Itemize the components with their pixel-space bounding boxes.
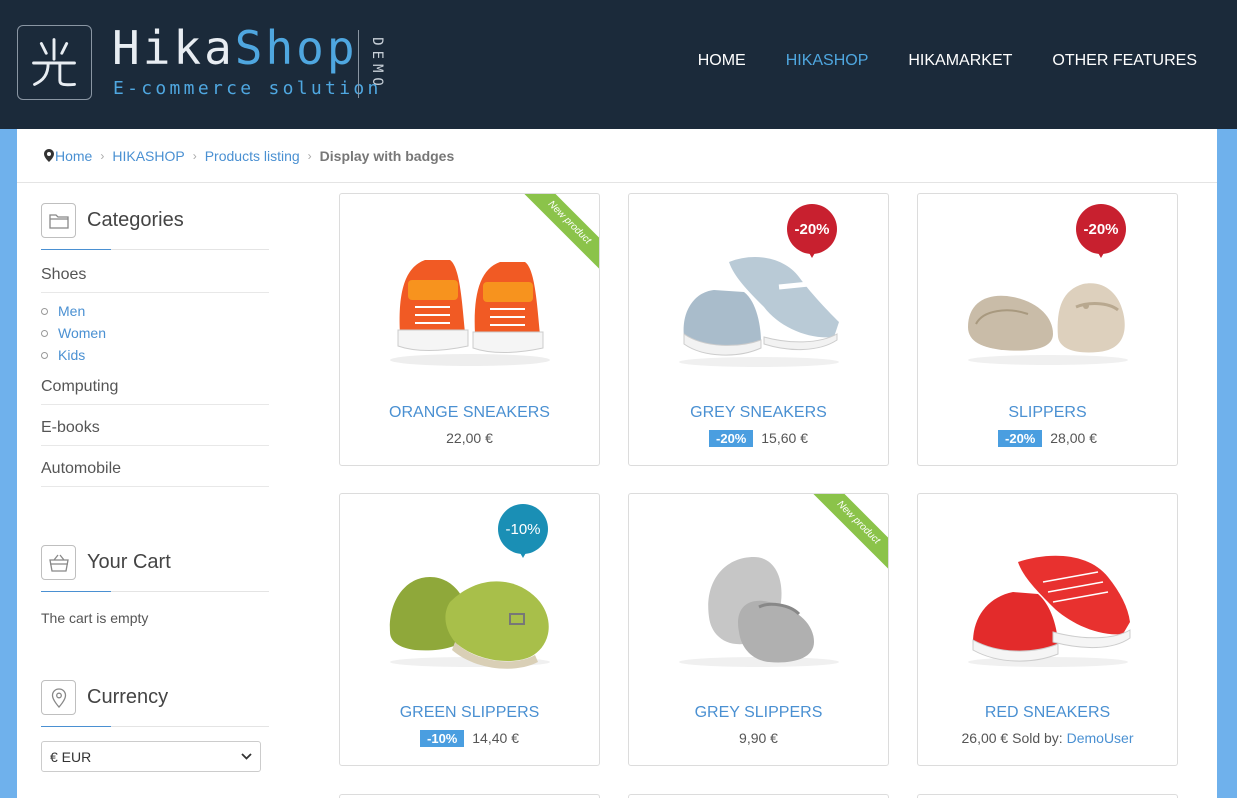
logo-word-shop: Shop xyxy=(234,21,358,75)
subcategory-women[interactable]: Women xyxy=(58,325,106,341)
logo-wordmark[interactable]: HikaShop xyxy=(112,20,358,76)
logo-subtitle: E-commerce solution xyxy=(113,78,382,99)
subcategory-item: Men xyxy=(41,300,106,322)
product-card[interactable]: RED SNEAKERS 26,00 € Sold by: DemoUser xyxy=(917,493,1178,766)
product-card[interactable]: -20% SLIPPERS -20% 28,00 € xyxy=(917,193,1178,466)
breadcrumb-hikashop[interactable]: HIKASHOP xyxy=(112,148,184,164)
product-name[interactable]: GREY SNEAKERS xyxy=(629,404,888,422)
product-price: 9,90 € xyxy=(739,730,778,746)
nav-home[interactable]: HOME xyxy=(698,52,746,70)
chevron-down-icon xyxy=(241,753,252,760)
discount-label: -20% xyxy=(709,430,754,447)
location-pin-icon xyxy=(41,680,76,715)
category-ebooks[interactable]: E-books xyxy=(41,419,269,446)
logo-icon[interactable] xyxy=(17,25,92,100)
product-card-partial[interactable] xyxy=(339,794,600,798)
shoes-subcategories: Men Women Kids xyxy=(41,300,106,366)
product-card[interactable]: New product GREY SLIPPERS 9,90 € xyxy=(628,493,889,766)
currency-selected-value: € EUR xyxy=(50,748,92,765)
logo-divider xyxy=(358,30,359,98)
chevron-right-icon: › xyxy=(100,148,105,163)
product-price: 28,00 € xyxy=(1050,430,1097,446)
product-image[interactable] xyxy=(659,504,859,689)
product-price-row: 26,00 € Sold by: DemoUser xyxy=(918,730,1177,746)
nav-hikashop[interactable]: HIKASHOP xyxy=(786,52,869,70)
subcategory-kids[interactable]: Kids xyxy=(58,347,85,363)
cart-header: Your Cart xyxy=(41,545,171,580)
chevron-right-icon: › xyxy=(192,148,197,163)
breadcrumb: Home › HIKASHOP › Products listing › Dis… xyxy=(17,129,1217,183)
product-name[interactable]: RED SNEAKERS xyxy=(918,704,1177,722)
product-price-row: -20% 15,60 € xyxy=(629,430,888,447)
product-price: 15,60 € xyxy=(761,430,808,446)
category-computing[interactable]: Computing xyxy=(41,378,269,405)
currency-rule xyxy=(41,726,269,727)
product-card[interactable]: -20% GREY SNEAKERS -20% 15,60 € xyxy=(628,193,889,466)
basket-icon xyxy=(41,545,76,580)
categories-title: Categories xyxy=(87,209,184,231)
product-card-partial[interactable] xyxy=(628,794,889,798)
product-name[interactable]: GREEN SLIPPERS xyxy=(340,704,599,722)
sold-by-label: Sold by: xyxy=(1012,730,1063,746)
main-nav: HOME HIKASHOP HIKAMARKET OTHER FEATURES xyxy=(698,52,1197,70)
product-price-row: 9,90 € xyxy=(629,730,888,746)
subcategory-item: Kids xyxy=(41,344,106,366)
product-price: 26,00 € xyxy=(961,730,1009,746)
nav-other-features[interactable]: OTHER FEATURES xyxy=(1052,52,1197,70)
product-image[interactable] xyxy=(370,204,570,389)
product-price-row: -10% 14,40 € xyxy=(340,730,599,747)
product-price: 14,40 € xyxy=(472,730,519,746)
cart-empty-text: The cart is empty xyxy=(41,610,149,626)
seller-link[interactable]: DemoUser xyxy=(1067,730,1134,746)
currency-select[interactable]: € EUR xyxy=(41,741,261,772)
product-name[interactable]: GREY SLIPPERS xyxy=(629,704,888,722)
categories-rule xyxy=(41,249,269,250)
product-card[interactable]: New product ORANGE SNEAKERS 22,00 € xyxy=(339,193,600,466)
subcategory-item: Women xyxy=(41,322,106,344)
product-card-partial[interactable] xyxy=(917,794,1178,798)
product-card[interactable]: -10% GREEN SLIPPERS -10% 14,40 € xyxy=(339,493,600,766)
currency-header: Currency xyxy=(41,680,168,715)
discount-label: -20% xyxy=(998,430,1043,447)
logo-demo-label: DEMO xyxy=(369,37,385,91)
breadcrumb-current: Display with badges xyxy=(319,147,455,164)
currency-title: Currency xyxy=(87,686,169,708)
product-name[interactable]: SLIPPERS xyxy=(918,404,1177,422)
product-image[interactable] xyxy=(948,504,1148,689)
breadcrumb-products-listing[interactable]: Products listing xyxy=(205,148,300,164)
chevron-right-icon: › xyxy=(307,148,312,163)
site-header: HikaShop E-commerce solution DEMO HOME H… xyxy=(0,0,1237,129)
product-price: 22,00 € xyxy=(446,430,493,446)
subcategory-men[interactable]: Men xyxy=(58,303,85,319)
map-pin-icon xyxy=(44,149,54,162)
discount-label: -10% xyxy=(420,730,465,747)
categories-header: Categories xyxy=(41,203,184,238)
product-price-row: -20% 28,00 € xyxy=(918,430,1177,447)
cart-title: Your Cart xyxy=(87,551,171,573)
cart-rule xyxy=(41,591,269,592)
product-price-row: 22,00 € xyxy=(340,430,599,446)
discount-pin-badge: -20% xyxy=(787,204,837,264)
category-shoes[interactable]: Shoes xyxy=(41,266,269,293)
logo-word-hika: Hika xyxy=(112,21,235,75)
nav-hikamarket[interactable]: HIKAMARKET xyxy=(908,52,1012,70)
discount-pin-badge: -20% xyxy=(1076,204,1126,264)
breadcrumb-home[interactable]: Home xyxy=(55,148,92,164)
product-name[interactable]: ORANGE SNEAKERS xyxy=(340,404,599,422)
folder-icon xyxy=(41,203,76,238)
category-automobile[interactable]: Automobile xyxy=(41,460,269,487)
discount-pin-badge: -10% xyxy=(498,504,548,564)
